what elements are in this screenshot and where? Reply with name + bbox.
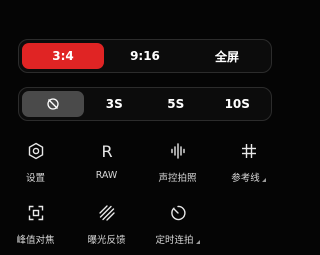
aspect-ratio-3-4[interactable]: 3:4 bbox=[22, 43, 104, 69]
focus-peaking-icon bbox=[25, 202, 47, 224]
exposure-feedback-icon bbox=[96, 202, 118, 224]
svg-text:R: R bbox=[101, 142, 112, 160]
settings-button[interactable]: 设置 bbox=[0, 138, 71, 190]
grid-lines-label: 参考线 bbox=[231, 170, 266, 184]
timer-burst-icon bbox=[167, 202, 189, 224]
timer-burst-button[interactable]: 定时连拍 bbox=[142, 200, 213, 252]
focus-peaking-label: 峰值对焦 bbox=[16, 235, 55, 246]
settings-label: 设置 bbox=[25, 173, 45, 184]
timer-10s[interactable]: 10S bbox=[207, 91, 269, 117]
voice-wave-icon bbox=[167, 140, 189, 162]
focus-peaking-button[interactable]: 峰值对焦 bbox=[0, 200, 71, 252]
timer-burst-label: 定时连拍 bbox=[155, 232, 200, 246]
exposure-feedback-button[interactable]: 曝光反馈 bbox=[71, 200, 142, 252]
timer-3s[interactable]: 3S bbox=[84, 91, 146, 117]
submenu-indicator-icon bbox=[261, 178, 266, 182]
raw-icon: R bbox=[96, 140, 118, 162]
timer-off-icon bbox=[47, 98, 59, 110]
voice-shutter-button[interactable]: 声控拍照 bbox=[142, 138, 213, 190]
timer-off[interactable] bbox=[22, 91, 84, 117]
raw-button[interactable]: R RAW bbox=[71, 138, 142, 190]
voice-shutter-label: 声控拍照 bbox=[158, 173, 197, 184]
gear-icon bbox=[25, 140, 47, 162]
settings-row-1: 设置 R RAW 声控拍照 参考线 bbox=[0, 138, 284, 190]
aspect-ratio-selector: 3:4 9:16 全屏 bbox=[18, 39, 272, 73]
grid-lines-icon bbox=[238, 140, 260, 162]
raw-label: RAW bbox=[95, 170, 118, 181]
timer-5s[interactable]: 5S bbox=[145, 91, 207, 117]
submenu-indicator-icon bbox=[195, 240, 200, 244]
aspect-ratio-fullscreen[interactable]: 全屏 bbox=[186, 43, 268, 69]
exposure-feedback-label: 曝光反馈 bbox=[87, 235, 126, 246]
timer-selector: 3S 5S 10S bbox=[18, 87, 272, 121]
settings-row-2: 峰值对焦 曝光反馈 定时连拍 bbox=[0, 200, 284, 252]
grid-lines-button[interactable]: 参考线 bbox=[213, 138, 284, 190]
aspect-ratio-9-16[interactable]: 9:16 bbox=[104, 43, 186, 69]
